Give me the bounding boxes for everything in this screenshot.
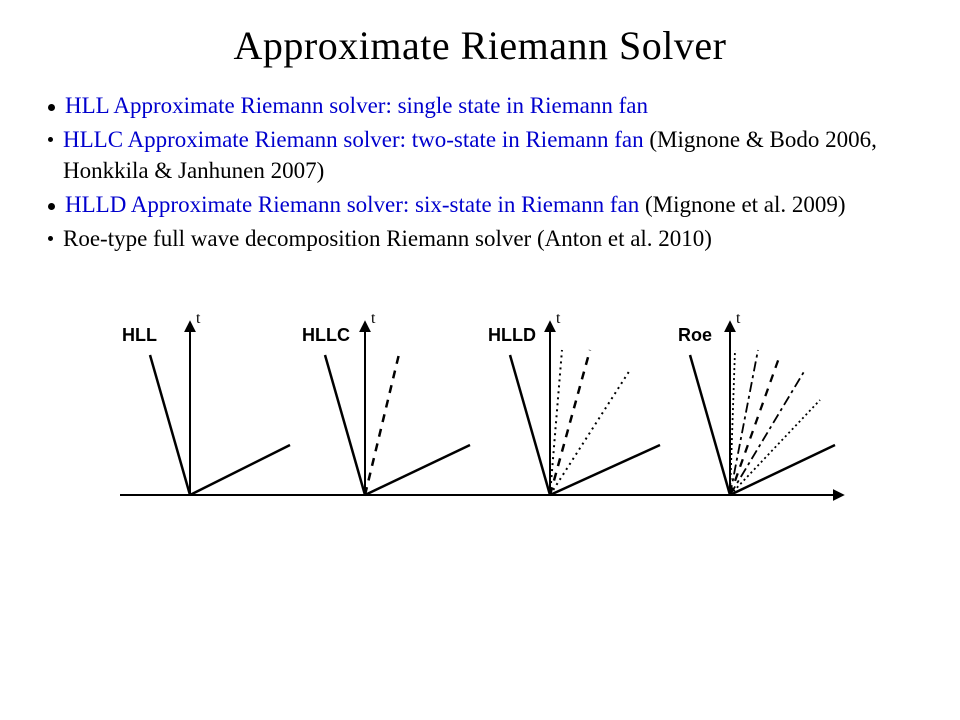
panel-hll: t HLL <box>122 310 290 495</box>
axis-label-t: t <box>371 310 376 327</box>
bullet-dot-icon <box>48 137 53 142</box>
panel-label: HLL <box>122 325 157 345</box>
bullet-text-tail: (Mignone et al. 2009) <box>645 192 846 217</box>
panel-label: HLLC <box>302 325 350 345</box>
bullet-text-blue: HLL Approximate Riemann solver: single s… <box>65 93 648 118</box>
bullet-text-blue: HLLC Approximate Riemann solver: two-sta… <box>63 127 649 152</box>
panel-hllc: t HLLC <box>302 310 470 495</box>
bullet-text: Roe-type full wave decomposition Riemann… <box>63 224 712 254</box>
bullet-text: HLLD Approximate Riemann solver: six-sta… <box>65 190 846 220</box>
bullet-text-blue: HLLD Approximate Riemann solver: six-sta… <box>65 192 645 217</box>
bullet-hllc: HLLC Approximate Riemann solver: two-sta… <box>48 125 912 186</box>
bullet-text-tail: Roe-type full wave decomposition Riemann… <box>63 226 712 251</box>
bullet-list: HLL Approximate Riemann solver: single s… <box>48 91 912 255</box>
bullet-dot-icon <box>48 104 55 111</box>
bullet-dot-icon <box>48 203 55 210</box>
axis-label-t: t <box>736 310 741 327</box>
axis-label-t: t <box>196 310 201 327</box>
bullet-hlld: HLLD Approximate Riemann solver: six-sta… <box>48 190 912 220</box>
bullet-dot-icon <box>48 236 53 241</box>
slide-title: Approximate Riemann Solver <box>48 22 912 69</box>
panel-hlld: t HLLD <box>488 310 660 495</box>
panel-label: Roe <box>678 325 712 345</box>
axis-label-t: t <box>556 310 561 327</box>
panel-roe: t Roe <box>678 310 835 495</box>
bullet-text: HLL Approximate Riemann solver: single s… <box>65 91 648 121</box>
riemann-fan-figure: t HLL t HLLC t HLLD t <box>110 295 850 535</box>
panel-label: HLLD <box>488 325 536 345</box>
bullet-roe: Roe-type full wave decomposition Riemann… <box>48 224 912 254</box>
bullet-text: HLLC Approximate Riemann solver: two-sta… <box>63 125 912 186</box>
bullet-hll: HLL Approximate Riemann solver: single s… <box>48 91 912 121</box>
